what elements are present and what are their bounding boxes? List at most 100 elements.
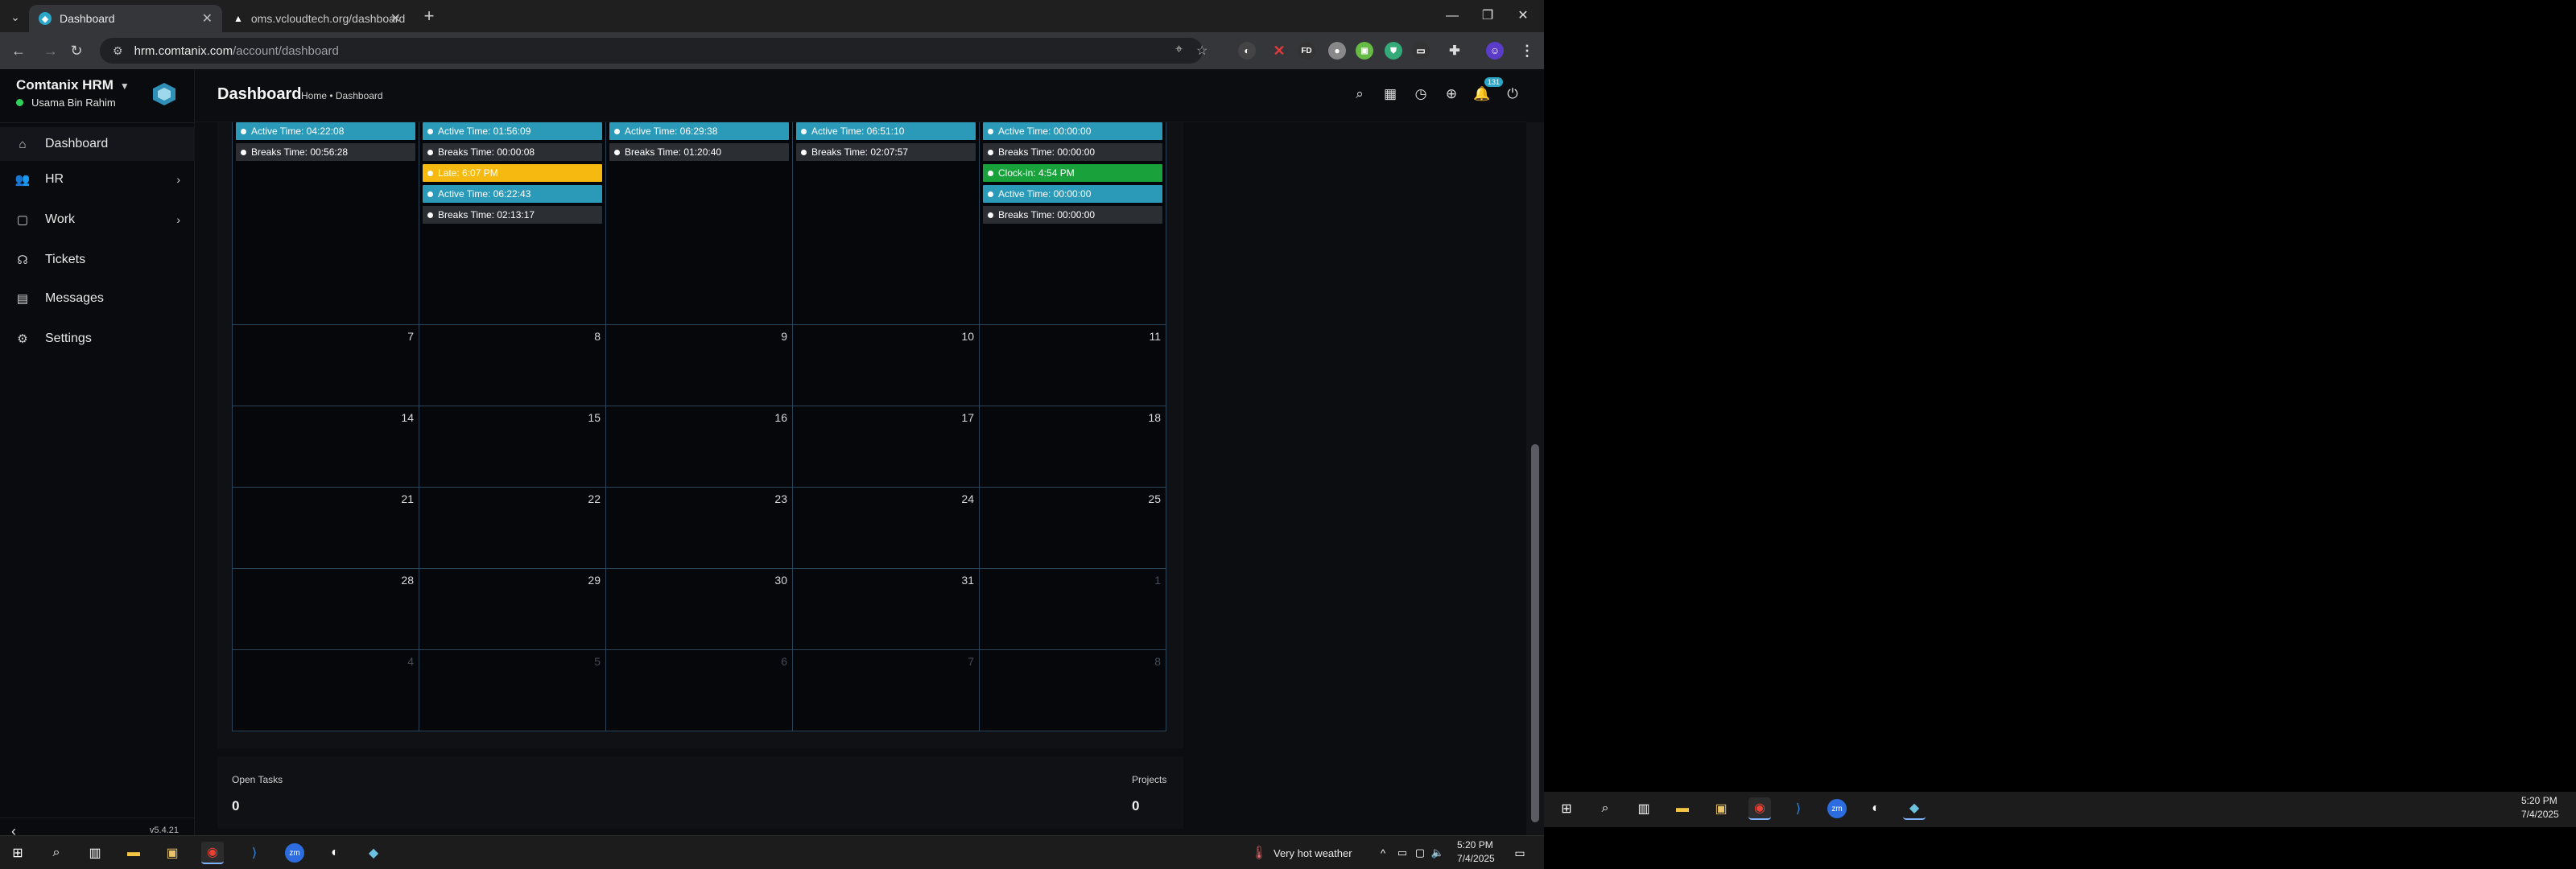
store-icon[interactable]: ▣ [1710,797,1732,820]
back-button[interactable]: ← [8,40,29,61]
event-breaks-time[interactable]: Breaks Time: 02:13:17 [423,206,602,224]
file-explorer-icon[interactable]: ▬ [122,842,145,864]
clock-icon[interactable]: ◷ [1412,85,1430,103]
search-icon[interactable]: ⌕ [1594,797,1616,820]
sidebar-item-hr[interactable]: 👥 HR › [0,163,195,196]
plus-circle-icon[interactable]: ⊕ [1443,85,1460,103]
extension-circle-icon[interactable]: ● [1328,42,1346,60]
event-active-time[interactable]: Active Time: 00:00:00 [983,122,1162,140]
tab-oms[interactable]: ▲ oms.vcloudtech.org/dashboard ✕ [224,5,411,32]
calendar-day[interactable]: 29 [419,569,606,650]
calendar-day[interactable]: 22 [419,488,606,569]
calendar-day[interactable]: 24 [793,488,980,569]
tab-search-chevron-icon[interactable]: ⌄ [6,8,24,26]
site-info-icon[interactable]: ⚙ [113,44,123,58]
calendar-day[interactable]: 18 [980,406,1166,488]
calendar-day[interactable]: 4 [233,650,419,731]
calendar-day[interactable]: Active Time: 06:29:38 Breaks Time: 01:20… [606,122,793,325]
profile-avatar[interactable]: ☺ [1486,42,1504,60]
extensions-puzzle-icon[interactable]: ✚ [1446,42,1463,60]
calendar-day[interactable]: 16 [606,406,793,488]
event-breaks-time[interactable]: Breaks Time: 00:00:00 [983,206,1162,224]
zoom-icon[interactable]: zm [283,842,306,864]
windows-start-icon[interactable]: ⊞ [6,842,29,864]
calendar-day[interactable]: 15 [419,406,606,488]
window-close-button[interactable]: ✕ [1507,5,1539,27]
chrome-icon[interactable]: ◉ [1748,797,1771,820]
windows-start-icon[interactable]: ⊞ [1555,797,1578,820]
calendar-day[interactable]: 23 [606,488,793,569]
search-icon[interactable]: ⌕ [45,842,68,864]
calendar-day[interactable]: 11 [980,325,1166,406]
calendar-day[interactable]: 14 [233,406,419,488]
calendar-day[interactable]: 9 [606,325,793,406]
page-scrollbar[interactable] [1526,122,1544,845]
calendar-day[interactable]: 10 [793,325,980,406]
clock-time[interactable]: 5:20 PM [1457,839,1493,850]
bell-icon[interactable]: 🔔 [1473,85,1491,103]
clock-date[interactable]: 7/4/2025 [1457,853,1495,864]
notification-center-icon[interactable]: ▭ [1509,842,1531,864]
event-active-time[interactable]: Active Time: 00:00:00 [983,185,1162,203]
extension-shield-icon[interactable]: ⛊ [1385,42,1402,60]
calendar-day[interactable]: Active Time: 01:56:09 Breaks Time: 00:00… [419,122,606,325]
scrollbar-thumb[interactable] [1531,444,1539,822]
task-view-icon[interactable]: ▥ [1633,797,1655,820]
menu-kebab-icon[interactable]: ⋮ [1518,42,1536,60]
event-breaks-time[interactable]: Breaks Time: 00:00:08 [423,143,602,161]
calendar-day[interactable]: Active Time: 00:00:00 Breaks Time: 00:00… [980,122,1166,325]
event-late[interactable]: Late: 6:07 PM [423,164,602,182]
event-breaks-time[interactable]: Breaks Time: 01:20:40 [609,143,789,161]
event-breaks-time[interactable]: Breaks Time: 00:56:28 [236,143,415,161]
location-icon[interactable]: ⌖ [1175,43,1183,57]
close-icon[interactable]: ✕ [390,10,401,27]
minimize-button[interactable]: — [1436,5,1468,27]
projects-value[interactable]: 0 [1132,798,1139,814]
zoom-icon[interactable]: zm [1826,797,1848,820]
sidebar-item-dashboard[interactable]: ⌂ Dashboard [0,127,195,161]
sidebar-item-messages[interactable]: ▤ Messages [0,282,195,315]
app-circle-icon[interactable]: ◐ [324,842,346,864]
calendar-day[interactable]: 5 [419,650,606,731]
new-tab-button[interactable]: + [419,6,440,27]
calendar-day[interactable]: 30 [606,569,793,650]
event-clock-in[interactable]: Clock-in: 4:54 PM [983,164,1162,182]
reload-button[interactable]: ↻ [66,40,87,61]
calendar-day[interactable]: 1 [980,569,1166,650]
event-breaks-time[interactable]: Breaks Time: 00:00:00 [983,143,1162,161]
extension-x-icon[interactable]: ✕ [1270,42,1288,60]
app-circle-icon[interactable]: ◐ [1864,797,1887,820]
event-active-time[interactable]: Active Time: 06:51:10 [796,122,976,140]
search-icon[interactable]: ⌕ [1351,85,1368,103]
clock-time[interactable]: 5:20 PM [2521,795,2557,806]
bookmark-star-icon[interactable]: ☆ [1196,43,1208,59]
sidebar-item-settings[interactable]: ⚙ Settings [0,322,195,356]
volume-icon[interactable]: 🔈 [1426,842,1449,864]
calendar-day[interactable]: Active Time: 04:22:08 Breaks Time: 00:56… [233,122,419,325]
calendar-day[interactable]: 21 [233,488,419,569]
weather-text[interactable]: Very hot weather [1274,847,1352,859]
file-explorer-icon[interactable]: ▬ [1671,797,1694,820]
calendar-day[interactable]: 28 [233,569,419,650]
calendar-day[interactable]: 6 [606,650,793,731]
task-view-icon[interactable]: ▥ [84,842,106,864]
event-active-time[interactable]: Active Time: 06:29:38 [609,122,789,140]
power-icon[interactable]: ⏻ [1504,85,1521,103]
calendar-day[interactable]: 31 [793,569,980,650]
sticky-note-icon[interactable]: ▦ [1381,85,1399,103]
comtanix-app-icon[interactable]: ◆ [1903,797,1926,820]
tab-dashboard[interactable]: ◆ Dashboard ✕ [29,5,222,32]
extension-incognito-icon[interactable]: ◐ [1238,42,1256,60]
calendar-day[interactable]: 7 [233,325,419,406]
brand-switcher[interactable]: Comtanix HRM ▼ [16,77,130,93]
address-bar[interactable]: ⚙ hrm.comtanix.com/account/dashboard ⌖ ☆ [100,38,1208,64]
event-active-time[interactable]: Active Time: 06:22:43 [423,185,602,203]
comtanix-logo-icon[interactable] [151,82,177,106]
restore-button[interactable]: ❐ [1472,5,1504,27]
comtanix-app-icon[interactable]: ◆ [362,842,385,864]
calendar-day[interactable]: 17 [793,406,980,488]
store-icon[interactable]: ▣ [161,842,184,864]
forward-button[interactable]: → [40,40,61,61]
event-active-time[interactable]: Active Time: 01:56:09 [423,122,602,140]
vscode-icon[interactable]: ⟩ [1787,797,1810,820]
